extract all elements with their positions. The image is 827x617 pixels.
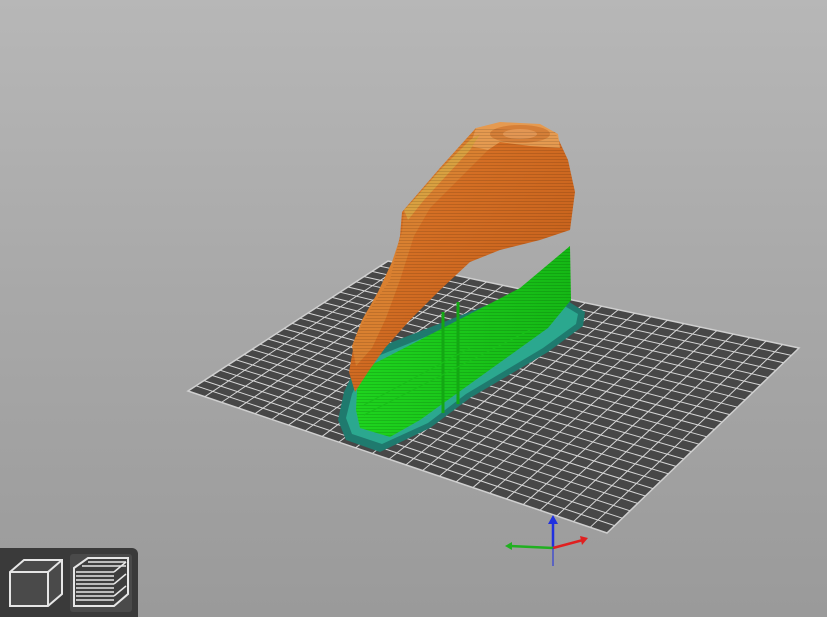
- preview-button[interactable]: [70, 554, 132, 612]
- layers-icon: [73, 557, 129, 607]
- view-toolbar: [0, 548, 138, 617]
- 3d-view-button[interactable]: [4, 554, 66, 612]
- 3d-viewport[interactable]: [0, 0, 827, 617]
- cube-icon: [9, 559, 63, 607]
